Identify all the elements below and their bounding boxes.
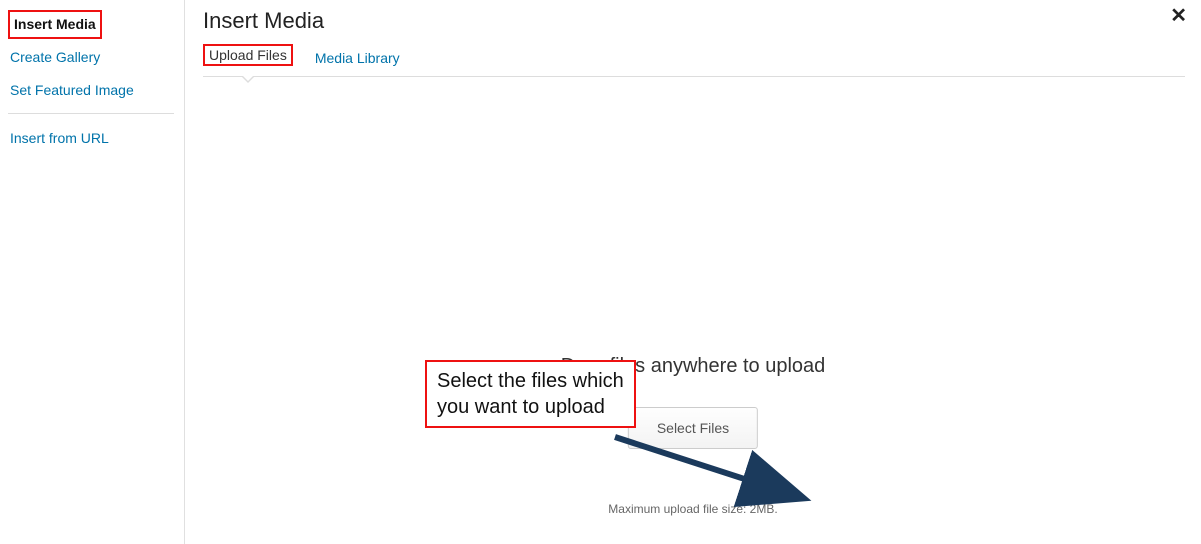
tab-row: Upload Files Media Library xyxy=(203,44,1185,77)
sidebar-item-set-featured-image[interactable]: Set Featured Image xyxy=(8,74,174,107)
tab-upload-files[interactable]: Upload Files xyxy=(209,45,287,65)
sidebar: Insert Media Create Gallery Set Featured… xyxy=(0,0,185,544)
annotation-callout: Select the files which you want to uploa… xyxy=(425,360,636,428)
max-upload-size-text: Maximum upload file size: 2MB. xyxy=(608,502,777,516)
select-files-button[interactable]: Select Files xyxy=(628,407,758,449)
main-panel: Insert Media ✕ Upload Files Media Librar… xyxy=(185,0,1201,544)
sidebar-divider xyxy=(8,113,174,114)
close-icon[interactable]: ✕ xyxy=(1170,6,1187,26)
upload-area[interactable]: Drop files anywhere to upload Select Fil… xyxy=(185,77,1201,544)
tab-media-library[interactable]: Media Library xyxy=(311,44,404,76)
sidebar-item-insert-from-url[interactable]: Insert from URL xyxy=(8,122,174,155)
sidebar-item-create-gallery[interactable]: Create Gallery xyxy=(8,41,174,74)
modal-title: Insert Media xyxy=(203,8,1185,34)
sidebar-item-insert-media[interactable]: Insert Media xyxy=(14,14,96,35)
